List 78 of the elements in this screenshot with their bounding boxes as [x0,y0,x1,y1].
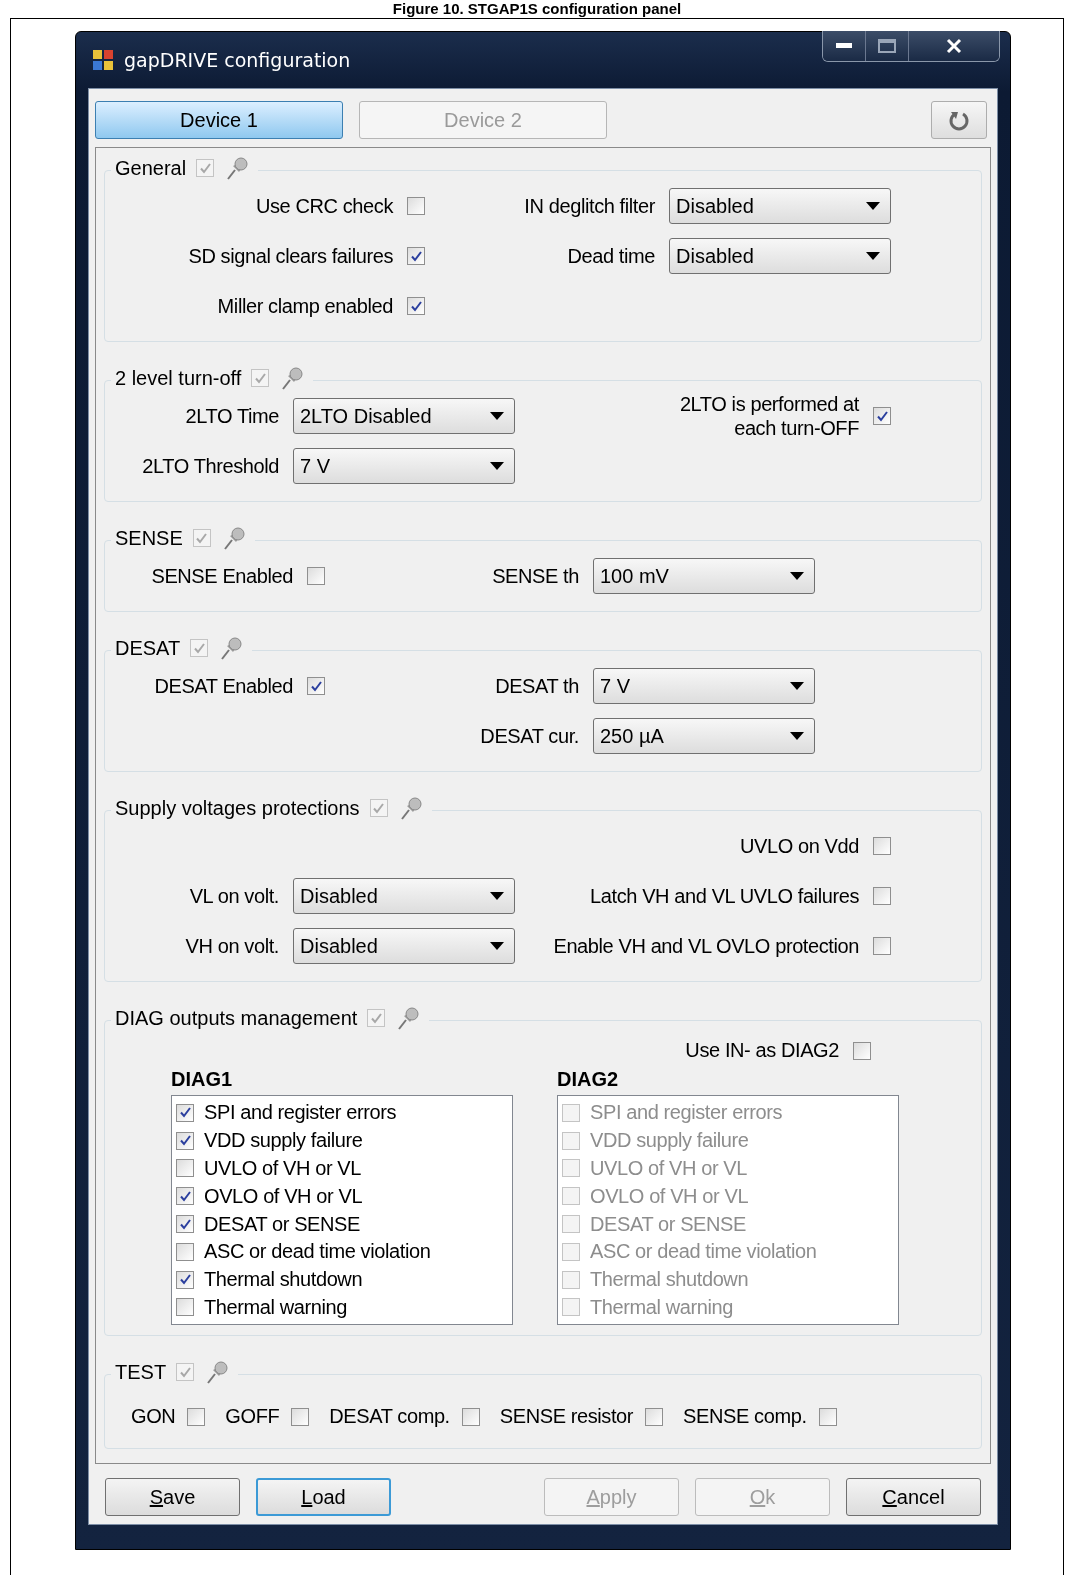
field-label: DESAT th [495,674,579,698]
minimize-icon [836,43,852,49]
dialog-button[interactable]: Save [105,1478,240,1517]
caret-icon [790,572,804,580]
device-tab[interactable]: Device 1 [95,101,343,139]
checkbox-label: Thermal shutdown [590,1268,749,1292]
refresh-button[interactable] [931,101,987,139]
field-label: DESAT cur. [480,724,579,748]
caret-icon [866,252,880,260]
checkbox-label: UVLO of VH or VL [204,1157,361,1180]
checkbox-label: Thermal warning [590,1295,733,1319]
dialog-button[interactable]: Cancel [846,1478,981,1517]
checkbox-label: UVLO of VH or VL [590,1157,747,1180]
checkbox-label: SPI and register errors [204,1101,396,1125]
checkbox-label: VDD supply failure [590,1129,749,1153]
checkbox-label: OVLO of VH or VL [590,1184,749,1208]
field-label: IN deglitch filter [524,194,655,218]
pin-icon[interactable] [395,1005,422,1031]
checkbox-label: SD signal clears failures [188,244,393,268]
checkbox-label: DESAT or SENSE [204,1212,360,1236]
section-title: General [115,156,187,180]
checkbox-label: SENSE resistor [499,1405,634,1429]
checkbox-label: DESAT or SENSE [590,1212,746,1236]
field-label: 2LTO Threshold [142,454,279,478]
field-label: Dead time [567,244,655,268]
caret-icon [866,202,880,210]
app-icon [92,49,114,71]
checkbox-label: SPI and register errors [590,1101,782,1125]
caret-icon [490,892,504,900]
caret-icon [490,412,504,420]
field-label: VL on volt. [189,884,279,908]
field-label: SENSE th [492,564,579,588]
figure-caption: Figure 10. STGAP1S configuration panel [391,0,683,18]
pin-icon[interactable] [218,635,245,661]
checkbox-label: Miller clamp enabled [217,294,393,318]
minimize-button[interactable] [823,31,866,61]
pin-icon[interactable] [204,1359,231,1386]
checkbox-label: Use CRC check [255,194,393,218]
list-title: DIAG1 [171,1068,234,1091]
section-title: 2 level turn-off [115,366,242,390]
field-label: VH on volt. [185,934,279,958]
checkbox-label: DESAT comp. [329,1405,450,1429]
checkbox-label: ASC or dead time violation [590,1240,817,1264]
section-title: TEST [115,1360,167,1384]
window-title: gapDRIVE configuration [124,49,351,71]
checkbox-label: Thermal shutdown [204,1268,363,1292]
checkbox-label: ASC or dead time violation [204,1240,431,1264]
maximize-icon [878,39,896,53]
checkbox-label: Latch VH and VL UVLO failures [590,884,859,908]
caret-icon [790,732,804,740]
checkbox-label: Enable VH and VL OVLO protection [553,934,859,958]
checkbox-label: Use IN- as DIAG2 [685,1039,839,1062]
checkbox-label: VDD supply failure [204,1129,363,1153]
pin-icon[interactable] [279,365,306,391]
checkbox-label: SENSE Enabled [151,564,293,588]
caret-icon [790,682,804,690]
list-title: DIAG2 [557,1068,620,1091]
pin-icon[interactable] [224,155,251,181]
field-label: 2LTO Time [185,404,279,428]
checkbox-label: UVLO on Vdd [740,834,859,858]
refresh-icon [948,109,970,131]
checkbox-label: Thermal warning [204,1295,347,1319]
checkbox-label: 2LTO is performed at each turn-OFF [679,392,859,440]
checkbox-label: SENSE comp. [683,1405,807,1429]
section-title: DIAG outputs management [115,1006,358,1030]
checkbox-label: GON [131,1405,176,1429]
checkbox-label: DESAT Enabled [154,674,293,698]
close-icon [946,38,962,54]
caret-icon [490,462,504,470]
section-title: SENSE [115,526,183,550]
section-title: Supply voltages protections [115,796,360,820]
checkbox-label: OVLO of VH or VL [204,1184,363,1208]
checkbox-label: GOFF [225,1405,280,1429]
close-button[interactable] [909,31,999,61]
section-title: DESAT [115,636,181,660]
dialog-button[interactable]: Load [256,1478,391,1517]
maximize-button[interactable] [866,31,909,61]
caret-icon [490,942,504,950]
